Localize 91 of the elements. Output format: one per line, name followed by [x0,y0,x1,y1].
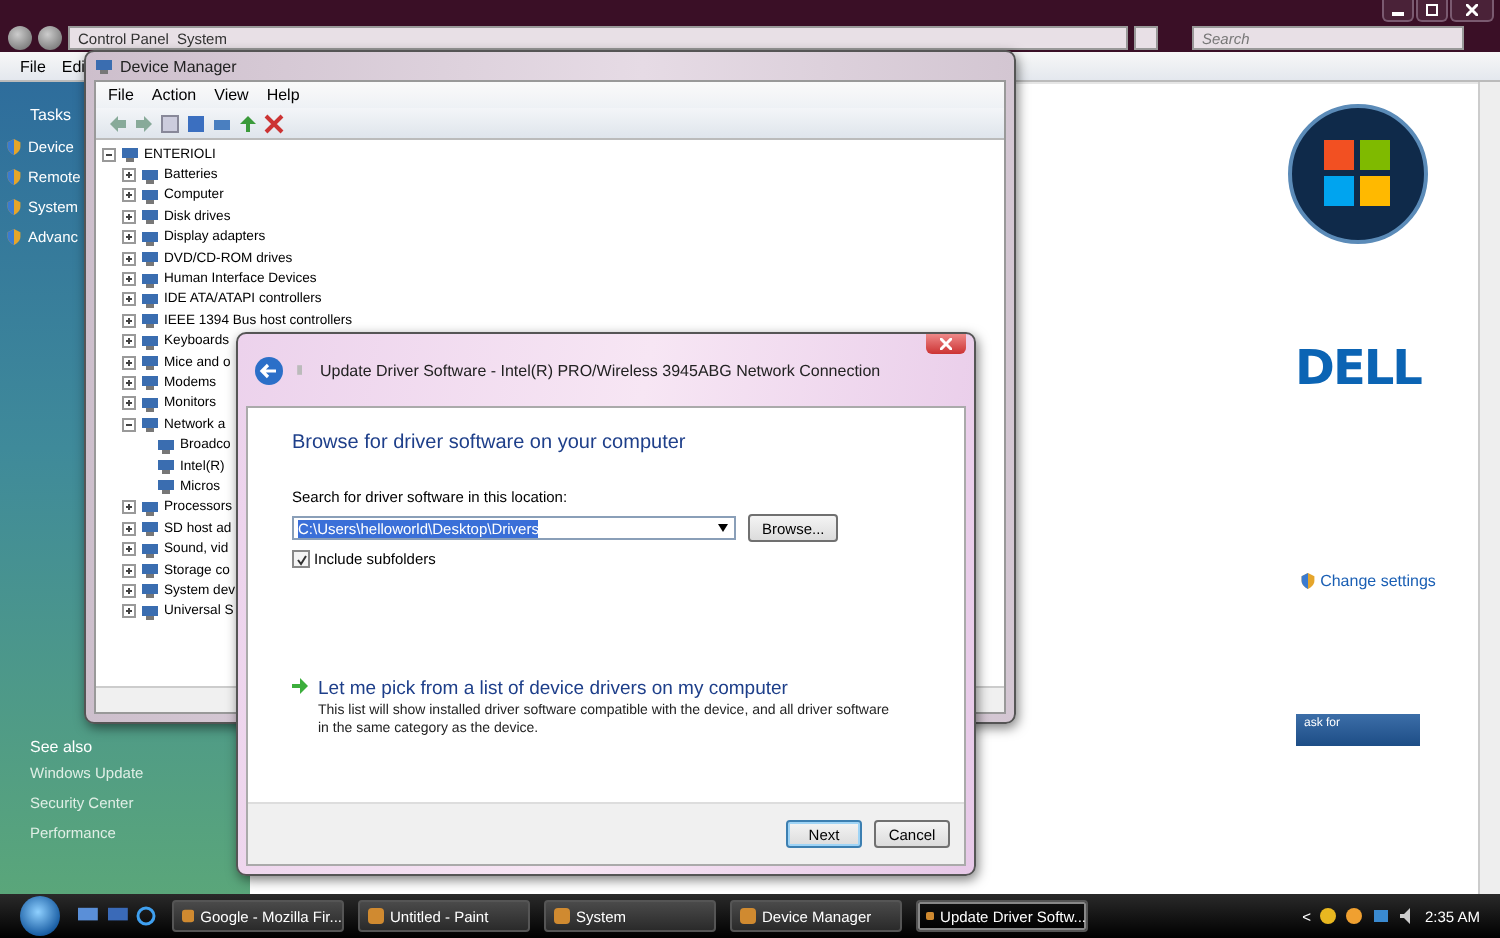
expand-icon[interactable] [122,313,136,328]
shield-icon [6,138,22,156]
expand-icon[interactable] [122,500,136,515]
expand-icon[interactable] [122,583,136,598]
device-icon [156,435,176,456]
device-icon [140,206,160,227]
app-icon [182,908,195,924]
app-icon [368,908,384,924]
device-icon [140,560,160,580]
device-icon [140,518,160,539]
device-icon [140,393,160,414]
device-icon [140,601,160,622]
forward-button[interactable] [38,26,62,50]
checkbox[interactable] [292,550,310,568]
shield-icon [6,198,22,216]
device-icon [140,310,160,331]
speaker-icon [1400,908,1415,924]
expand-icon[interactable] [122,168,136,183]
window-title: Device Manager [120,57,237,75]
maximize-icon [1426,4,1438,16]
oem-logo: DELL [1295,340,1421,396]
expand-icon[interactable] [122,355,136,370]
device-icon [296,360,308,380]
close-button[interactable] [1450,0,1494,22]
dropdown-caret-icon [718,524,728,532]
scrollbar[interactable] [1478,82,1500,894]
expand-icon[interactable] [122,396,136,411]
expand-icon[interactable] [122,334,136,349]
expand-icon[interactable] [122,563,136,577]
update-icon [238,113,258,133]
properties-icon [160,113,180,133]
device-icon [140,352,160,373]
expand-icon[interactable] [122,272,136,287]
back-button[interactable] [8,26,32,50]
dialog-heading: Browse for driver software on your computer [292,432,686,454]
app-icon [926,908,935,924]
collapse-icon[interactable] [122,417,136,432]
app-icon [740,908,756,924]
device-icon [140,497,160,518]
section-heading: Tasks [30,106,71,124]
expand-icon[interactable] [122,375,136,390]
device-icon [140,414,160,435]
window-switch-icon [106,906,128,924]
back-button[interactable] [254,355,284,385]
device-icon [140,227,160,248]
expand-icon[interactable] [122,542,136,557]
collapse-icon[interactable] [102,147,116,162]
expand-icon[interactable] [122,188,136,203]
device-icon [140,539,160,560]
menu-item[interactable]: File [108,86,134,104]
device-icon [140,165,160,186]
device-icon [140,269,160,290]
shield-icon [1300,572,1317,590]
change-settings-link[interactable]: Change settings [1300,572,1436,590]
menu-item[interactable]: Help [266,86,300,104]
menu-item[interactable]: Action [151,86,197,104]
device-icon [156,456,176,477]
pick-driver-link[interactable]: Let me pick from a list of device drivers on my computer [318,678,788,700]
expand-icon[interactable] [122,209,136,224]
expand-icon[interactable] [122,604,136,619]
shield-icon [6,168,22,186]
close-icon [940,338,952,350]
menu-item[interactable]: View [214,86,249,104]
minimize-button[interactable] [1382,0,1414,22]
device-icon [156,476,176,497]
device-icon [140,248,160,269]
device-icon [140,289,160,310]
expand-icon[interactable] [122,230,136,245]
device-icon [140,331,160,352]
device-icon [140,185,160,206]
expand-icon[interactable] [122,292,136,307]
app-icon [554,908,570,924]
section-heading: See also [30,738,93,756]
expand-icon[interactable] [122,521,136,536]
menu-item[interactable]: File [20,57,46,75]
restore-button[interactable] [1416,0,1448,22]
dialog-title: Update Driver Software - Intel(R) PRO/Wireless 3945ABG Network Connection [320,361,881,379]
device-icon [120,144,140,165]
device-icon [140,372,160,393]
close-icon [1466,4,1478,16]
menu-item[interactable]: Edi [61,57,85,75]
arrow-icon [292,678,308,694]
device-icon [94,56,114,76]
uninstall-icon [264,113,284,133]
device-icon [140,580,160,601]
desktop-icon [76,906,98,924]
back-arrow-icon [108,113,128,133]
expand-icon[interactable] [122,251,136,266]
forward-arrow-icon [134,113,154,133]
start-button[interactable] [20,896,60,936]
shield-icon [6,228,22,246]
